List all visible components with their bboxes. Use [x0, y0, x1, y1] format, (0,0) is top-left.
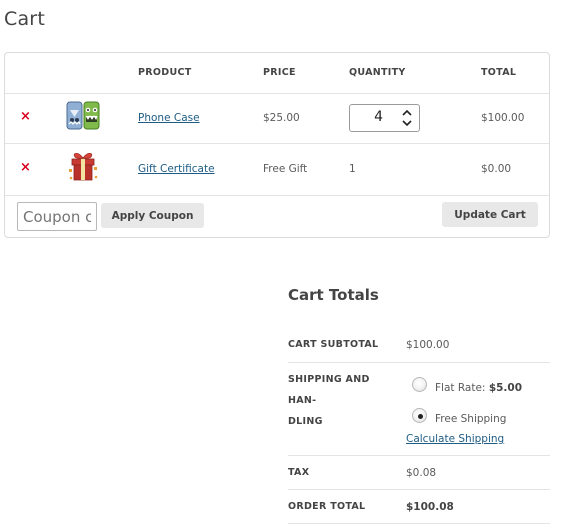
- gift-icon: [66, 149, 100, 183]
- item-total: $0.00: [481, 163, 512, 175]
- shipping-label: SHIPPING AND HAN- DLING: [288, 374, 370, 427]
- divider: [288, 455, 550, 456]
- quantity-stepper[interactable]: 4: [349, 104, 420, 132]
- stepper-arrows-icon[interactable]: [400, 108, 414, 128]
- tax-value: $0.08: [406, 467, 437, 479]
- coupon-input[interactable]: [17, 202, 97, 231]
- remove-item-button[interactable]: ×: [20, 109, 31, 124]
- divider: [5, 195, 549, 196]
- item-price: $25.00: [263, 112, 300, 124]
- phone-case-icon: [66, 101, 100, 130]
- item-quantity: 1: [349, 163, 356, 175]
- divider: [5, 143, 549, 144]
- product-link[interactable]: Phone Case: [138, 112, 200, 124]
- column-header-quantity: QUANTITY: [349, 67, 406, 78]
- update-cart-button[interactable]: Update Cart: [442, 202, 538, 227]
- free-shipping-label: Free Shipping: [435, 413, 507, 425]
- column-header-price: PRICE: [263, 67, 296, 78]
- cart-totals-title: Cart Totals: [288, 286, 379, 304]
- flat-rate-price: $5.00: [488, 382, 523, 394]
- column-header-total: TOTAL: [481, 67, 517, 78]
- subtotal-value: $100.00: [406, 339, 450, 351]
- divider: [288, 362, 550, 363]
- free-shipping-radio[interactable]: [412, 408, 427, 423]
- item-total: $100.00: [481, 112, 525, 124]
- divider: [288, 489, 550, 490]
- quantity-value: 4: [374, 109, 383, 125]
- order-total-value: $100.08: [406, 501, 454, 513]
- order-total-label: ORDER TOTAL: [288, 501, 366, 512]
- flat-rate-label: Flat Rate:: [435, 382, 489, 394]
- cart-table: PRODUCT PRICE QUANTITY TOTAL × Phone Cas…: [4, 52, 550, 238]
- remove-item-button[interactable]: ×: [20, 160, 31, 175]
- calculate-shipping-link[interactable]: Calculate Shipping: [406, 433, 504, 445]
- tax-label: TAX: [288, 467, 310, 478]
- subtotal-label: CART SUBTOTAL: [288, 339, 379, 350]
- flat-rate-option: Flat Rate: $5.00: [435, 382, 522, 394]
- divider: [5, 93, 549, 94]
- page-title: Cart: [4, 8, 45, 30]
- apply-coupon-button[interactable]: Apply Coupon: [101, 203, 204, 228]
- column-header-product: PRODUCT: [138, 67, 192, 78]
- item-price: Free Gift: [263, 163, 308, 175]
- divider: [288, 523, 550, 524]
- product-link[interactable]: Gift Certificate: [138, 163, 215, 175]
- flat-rate-radio[interactable]: [412, 377, 427, 392]
